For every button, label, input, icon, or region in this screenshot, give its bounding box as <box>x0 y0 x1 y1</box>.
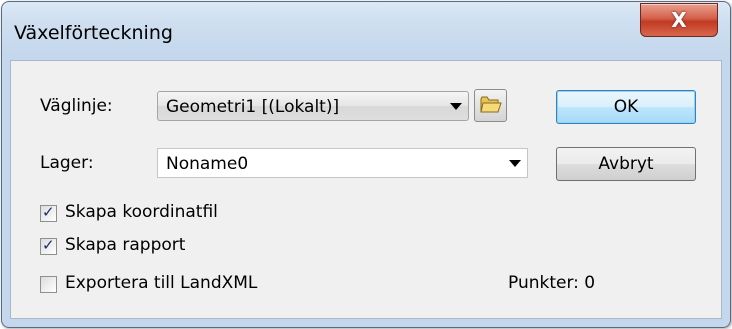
checkbox-box[interactable]: ✓ <box>40 203 57 222</box>
lager-selected-value: Noname0 <box>166 154 249 174</box>
ok-button[interactable]: OK <box>556 90 696 124</box>
vaglinje-label: Väglinje: <box>40 96 113 116</box>
close-icon: X <box>671 8 687 32</box>
checkbox-label: Skapa rapport <box>65 235 186 255</box>
folder-icon <box>480 96 502 113</box>
close-button[interactable]: X <box>640 3 718 37</box>
lager-label: Lager: <box>40 153 94 173</box>
vaglinje-dropdown[interactable]: Geometri1 [(Lokalt)] <box>157 91 469 121</box>
lager-dropdown[interactable]: Noname0 <box>157 148 528 178</box>
chevron-down-icon <box>509 160 521 167</box>
check-icon: ✓ <box>42 236 55 254</box>
cancel-button[interactable]: Avbryt <box>556 147 696 181</box>
checkbox-box[interactable]: ✓ <box>40 236 57 255</box>
checkbox-label: Skapa koordinatfil <box>65 202 218 222</box>
punkter-count: Punkter: 0 <box>508 273 596 293</box>
checkbox-box[interactable] <box>40 276 57 293</box>
check-icon: ✓ <box>42 203 55 221</box>
vaglinje-selected-value: Geometri1 [(Lokalt)] <box>166 97 340 117</box>
browse-folder-button[interactable] <box>474 89 507 122</box>
checkbox-label: Exportera till LandXML <box>65 273 258 293</box>
window-title: Växelförteckning <box>14 22 173 44</box>
chevron-down-icon <box>450 103 462 110</box>
